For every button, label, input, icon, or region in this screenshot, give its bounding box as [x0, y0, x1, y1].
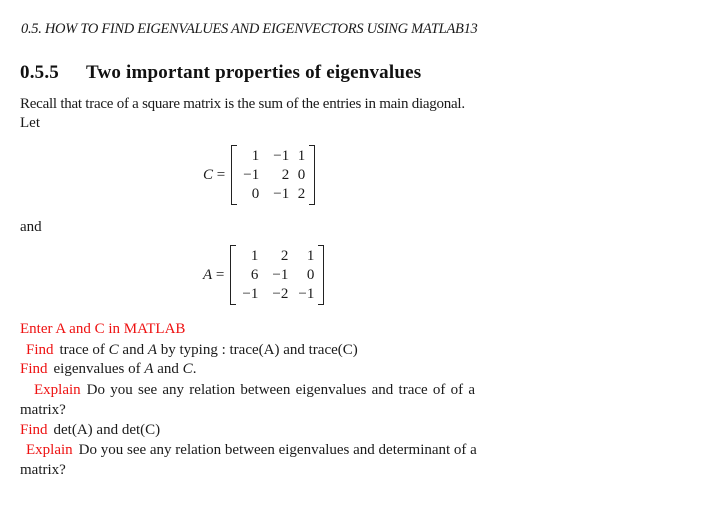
task-find-eigenvalues: Find eigenvalues of A and C. — [20, 361, 196, 378]
matrix-c-lhs: C = — [203, 167, 225, 184]
task-keyword: Explain — [34, 382, 81, 398]
matrix-cell: 0 — [306, 267, 315, 283]
task-explain-determinant: Explain Do you see any relation between e… — [26, 442, 477, 459]
matrix-cell: 0 — [251, 186, 260, 202]
section-number: 0.5.5 — [20, 62, 59, 83]
task-text: . — [192, 361, 197, 377]
matrix-cell: 1 — [306, 248, 315, 264]
matrix-cell: −1 — [273, 148, 290, 164]
matrix-a-lhs: A = — [203, 267, 224, 284]
math-var: A — [147, 342, 158, 358]
task-enter-matrices: Enter A and C in MATLAB — [20, 321, 186, 337]
task-text: Do you see any relation between eigenval… — [78, 442, 477, 458]
matrix-a-equation: A = 1 2 1 6 −1 0 −1 −2 −1 — [203, 245, 325, 305]
math-var: C — [108, 342, 119, 358]
section-heading: 0.5.5 Two important properties of eigenva… — [20, 62, 421, 84]
task-explain-determinant-continuation: matrix? — [20, 462, 66, 478]
task-explain-trace: Explain Do you see any relation between e… — [34, 382, 475, 399]
matrix-cell: 6 — [250, 267, 259, 283]
equals-sign: = — [216, 166, 226, 183]
task-keyword: Find — [20, 422, 48, 438]
math-var: A — [144, 361, 154, 377]
right-bracket — [318, 245, 325, 305]
task-text: det(A) and det(C) — [53, 422, 161, 438]
matrix-c-name: C — [203, 166, 214, 183]
matrix-cell: −1 — [298, 286, 315, 302]
task-find-determinant: Find det(A) and det(C) — [20, 422, 160, 439]
matrix-cell: 2 — [297, 186, 306, 202]
intro-and-text: and — [20, 219, 42, 235]
math-var: C — [182, 361, 193, 377]
matrix-c-equation: C = 1 −1 1 −1 2 0 0 −1 2 — [203, 145, 316, 205]
task-text: and — [153, 361, 183, 377]
matrix-a-name: A — [203, 266, 213, 283]
intro-recall-text: Recall that trace of a square matrix is … — [20, 96, 465, 112]
matrix-cell: 1 — [250, 248, 259, 264]
task-text: trace of — [59, 342, 109, 358]
matrix-cell: 1 — [297, 148, 306, 164]
section-title: Two important properties of eigenvalues — [86, 62, 422, 83]
matrix-cell: −1 — [243, 167, 260, 183]
task-keyword: Explain — [26, 442, 73, 458]
task-keyword: Find — [26, 342, 54, 358]
task-keyword: Find — [20, 361, 48, 377]
task-text: Do you see any relation between eigenval… — [86, 382, 476, 398]
task-text: by typing : trace(A) and trace(C) — [157, 342, 358, 358]
task-text: and — [118, 342, 148, 358]
matrix-a-entries: 1 2 1 6 −1 0 −1 −2 −1 — [236, 247, 318, 303]
task-explain-trace-continuation: matrix? — [20, 402, 66, 418]
matrix-cell: 2 — [280, 248, 289, 264]
right-bracket — [309, 145, 316, 205]
task-find-trace: Find trace of C and A by typing : trace(A… — [26, 342, 358, 359]
task-text: eigenvalues of — [53, 361, 145, 377]
matrix-cell: −1 — [242, 286, 259, 302]
intro-let-text: Let — [20, 115, 40, 131]
running-head: 0.5. HOW TO FIND EIGENVALUES AND EIGENVE… — [21, 21, 478, 37]
matrix-cell: −1 — [273, 186, 290, 202]
matrix-cell: 0 — [297, 167, 306, 183]
matrix-cell: −1 — [272, 267, 289, 283]
matrix-cell: −2 — [272, 286, 289, 302]
equals-sign: = — [215, 266, 225, 283]
matrix-c-entries: 1 −1 1 −1 2 0 0 −1 2 — [237, 147, 309, 203]
matrix-cell: 2 — [281, 167, 290, 183]
matrix-cell: 1 — [251, 148, 260, 164]
